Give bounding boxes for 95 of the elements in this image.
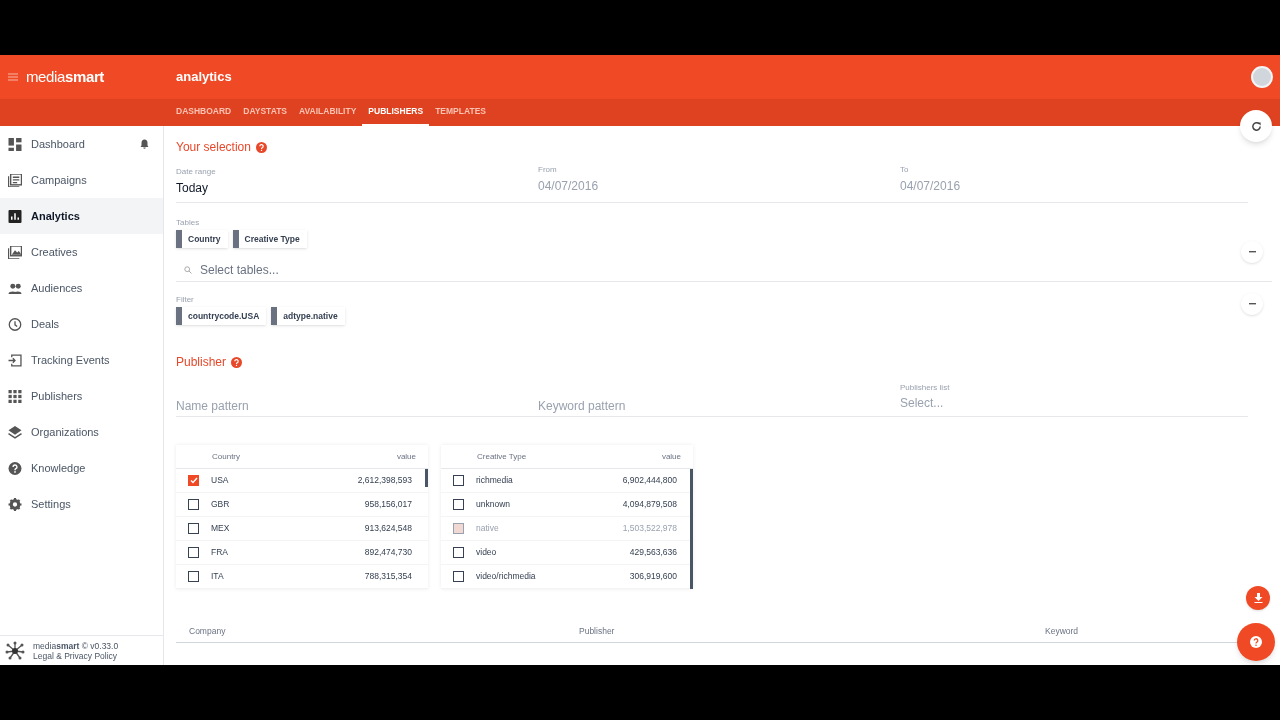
scrollbar[interactable] bbox=[425, 469, 428, 487]
checkbox[interactable] bbox=[453, 547, 464, 558]
table-cell-text: unknown bbox=[476, 498, 512, 511]
checkbox[interactable] bbox=[188, 523, 199, 534]
version-text: mediasmart © v0.33.0 bbox=[33, 640, 119, 651]
column-header: value bbox=[661, 450, 681, 463]
column-header: value bbox=[396, 450, 416, 463]
column-header: Creative Type bbox=[477, 450, 528, 463]
nav-tab[interactable]: PUBLISHERS bbox=[362, 99, 430, 126]
refresh-icon bbox=[1250, 120, 1262, 132]
field-label: Tables bbox=[176, 217, 200, 229]
layers-icon bbox=[8, 425, 22, 439]
table-cell: 6,902,444,800 bbox=[622, 474, 677, 487]
table-cell-text: FRA bbox=[211, 546, 229, 559]
table-row[interactable]: GBR 958,156,017 bbox=[176, 493, 428, 517]
table-cell: 913,624,548 bbox=[364, 522, 412, 535]
help-icon[interactable] bbox=[231, 356, 243, 368]
table-cell: 958,156,017 bbox=[364, 498, 412, 511]
table-cell: 788,315,354 bbox=[364, 570, 412, 583]
sidebar-item[interactable]: Knowledge bbox=[0, 450, 163, 486]
checkbox[interactable] bbox=[188, 571, 199, 582]
sidebar-item[interactable]: Creatives bbox=[0, 234, 163, 270]
column-header: Keyword bbox=[1045, 626, 1079, 637]
column-header: Company bbox=[189, 626, 226, 637]
help-icon bbox=[1250, 636, 1262, 648]
column-header: Publisher bbox=[579, 626, 615, 637]
table-cell: 2,612,398,593 bbox=[357, 474, 412, 487]
network-logo-icon bbox=[5, 640, 25, 661]
app-logo[interactable]: mediasmart bbox=[26, 65, 104, 89]
chip[interactable]: adtype.native bbox=[271, 307, 345, 325]
sidebar-item[interactable]: Deals bbox=[0, 306, 163, 342]
table-cell: 1,503,522,978 bbox=[622, 522, 677, 535]
checkbox[interactable] bbox=[453, 499, 464, 510]
table-cell-text: MEX bbox=[211, 522, 231, 535]
section-title: Publisher bbox=[176, 354, 227, 371]
sidebar-item[interactable]: Audiences bbox=[0, 270, 163, 306]
table-cell-text: video/richmedia bbox=[476, 570, 537, 583]
enter-icon bbox=[8, 353, 22, 367]
table-row[interactable]: MEX 913,624,548 bbox=[176, 517, 428, 541]
page-title: analytics bbox=[176, 68, 232, 87]
table-row[interactable]: FRA 892,474,730 bbox=[176, 541, 428, 565]
help-button[interactable] bbox=[1237, 623, 1275, 661]
images-icon bbox=[8, 245, 22, 259]
chip[interactable]: countrycode.USA bbox=[176, 307, 267, 325]
dashboard-icon bbox=[8, 137, 22, 151]
keyword-pattern-field[interactable]: Keyword pattern bbox=[538, 395, 900, 417]
download-icon bbox=[1253, 593, 1263, 603]
bell-icon[interactable] bbox=[140, 139, 149, 149]
chip[interactable]: Creative Type bbox=[232, 230, 307, 248]
table-cell-text: USA bbox=[211, 474, 230, 487]
checkbox[interactable] bbox=[453, 475, 464, 486]
clock-icon bbox=[8, 317, 22, 331]
refresh-button[interactable] bbox=[1240, 110, 1272, 142]
column-header: Country bbox=[212, 450, 241, 463]
checkbox[interactable] bbox=[188, 475, 199, 486]
help-icon bbox=[8, 461, 22, 475]
sidebar-item[interactable]: Dashboard bbox=[0, 126, 163, 162]
people-icon bbox=[8, 281, 22, 295]
help-icon[interactable] bbox=[255, 141, 267, 153]
field-label: Filter bbox=[176, 294, 194, 306]
sidebar-item[interactable]: Publishers bbox=[0, 378, 163, 414]
section-title: Your selection bbox=[176, 139, 251, 156]
table-row[interactable]: ITA 788,315,354 bbox=[176, 565, 428, 589]
download-button[interactable] bbox=[1246, 586, 1270, 610]
table-cell-text: richmedia bbox=[476, 474, 514, 487]
table-cell-text: GBR bbox=[211, 498, 231, 511]
table-cell: 306,919,600 bbox=[629, 570, 677, 583]
table-cell: 892,474,730 bbox=[364, 546, 412, 559]
checkbox[interactable] bbox=[188, 547, 199, 558]
name-pattern-field[interactable]: Name pattern bbox=[176, 395, 538, 417]
sidebar-item[interactable]: Organizations bbox=[0, 414, 163, 450]
grid-icon bbox=[8, 389, 22, 403]
select-tables-field[interactable]: Select tables... bbox=[200, 260, 1272, 279]
table-cell: 429,563,636 bbox=[629, 546, 677, 559]
chip[interactable]: Country bbox=[176, 230, 228, 248]
legal-link[interactable]: Legal & Privacy Policy bbox=[33, 650, 119, 661]
settings-icon bbox=[8, 497, 22, 511]
date-field[interactable]: Date range Today bbox=[176, 164, 538, 198]
minus-icon bbox=[1248, 303, 1256, 305]
checkbox[interactable] bbox=[188, 499, 199, 510]
minus-icon bbox=[1248, 251, 1256, 253]
table-cell-text: video bbox=[476, 546, 498, 559]
sidebar-item[interactable]: Analytics bbox=[0, 198, 163, 234]
search-icon bbox=[184, 265, 192, 274]
table-cell: 4,094,879,508 bbox=[622, 498, 677, 511]
avatar[interactable] bbox=[1251, 66, 1273, 88]
sidebar-item[interactable]: Campaigns bbox=[0, 162, 163, 198]
sidebar-item[interactable]: Settings bbox=[0, 486, 163, 522]
scrollbar[interactable] bbox=[690, 469, 693, 589]
bar-chart-icon bbox=[8, 209, 22, 223]
table-cell-text: native bbox=[476, 522, 500, 535]
checkbox[interactable] bbox=[453, 571, 464, 582]
list-icon bbox=[8, 173, 22, 187]
sidebar-item[interactable]: Tracking Events bbox=[0, 342, 163, 378]
table-cell-text: ITA bbox=[211, 570, 225, 583]
